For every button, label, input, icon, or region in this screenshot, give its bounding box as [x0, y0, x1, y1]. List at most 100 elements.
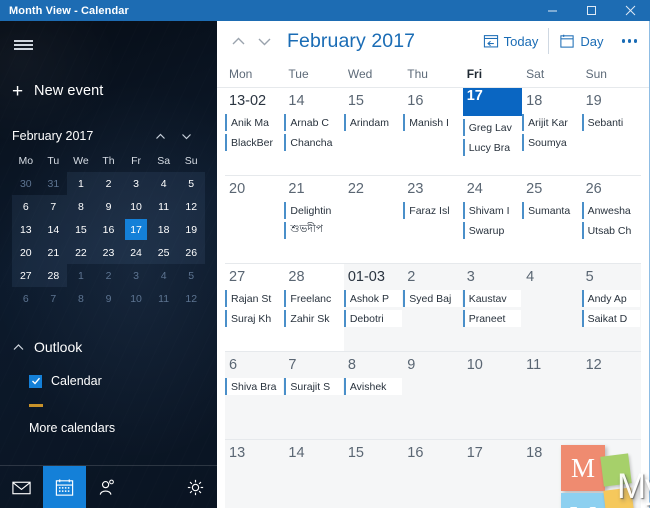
maximize-button[interactable] [572, 0, 611, 21]
day-cell[interactable]: 26 Anwesha Utsab Ch [581, 176, 641, 263]
day-cell[interactable]: 22 [344, 176, 403, 263]
prev-month-button[interactable] [225, 28, 251, 54]
event-chip[interactable]: Avishek [343, 378, 403, 395]
mini-next-month-button[interactable] [180, 130, 193, 143]
mini-calendar-day[interactable]: 27 [12, 264, 40, 287]
event-chip[interactable]: Anwesha [581, 202, 640, 219]
day-cell[interactable]: 14 Arnab C Chancha [284, 88, 343, 175]
day-cell[interactable]: 8 Avishek [343, 352, 404, 439]
account-collapse-toggle[interactable] [12, 341, 25, 354]
mini-calendar-day[interactable]: 3 [122, 264, 150, 287]
event-chip[interactable]: শুভদীপ [284, 222, 343, 239]
day-cell[interactable]: 15 [343, 440, 404, 508]
mini-calendar-day[interactable]: 26 [177, 241, 205, 264]
mini-calendar-day[interactable]: 1 [67, 172, 95, 195]
nav-settings-button[interactable] [174, 466, 217, 508]
event-chip[interactable]: Delightin [284, 202, 343, 219]
day-cell[interactable]: 16 Manish I [403, 88, 462, 175]
day-cell[interactable]: 6 Shiva Bra [225, 352, 285, 439]
event-chip[interactable]: Kaustav [462, 290, 522, 307]
more-options-button[interactable] [612, 39, 650, 43]
day-cell[interactable]: 12 [581, 352, 641, 439]
event-chip[interactable]: Andy Ap [581, 290, 640, 307]
new-event-button[interactable]: + New event [12, 78, 217, 104]
mini-calendar-day[interactable]: 9 [94, 195, 123, 218]
day-cell[interactable]: 7 Surajit S [284, 352, 344, 439]
event-chip[interactable]: Anik Ma [225, 114, 284, 131]
event-chip[interactable]: Shiva Bra [225, 378, 284, 395]
event-chip[interactable]: Arijit Kar [522, 114, 581, 131]
mini-calendar-day[interactable]: 18 [149, 218, 178, 241]
day-cell[interactable]: 19 Sebanti [581, 88, 641, 175]
mini-calendar-day[interactable]: 10 [122, 195, 150, 218]
day-cell[interactable]: 17 Greg Lav Lucy Bra [462, 88, 523, 175]
next-month-button[interactable] [251, 28, 277, 54]
day-cell[interactable]: 17 [462, 440, 523, 508]
day-cell[interactable]: 20 [225, 176, 284, 263]
mini-calendar-day[interactable]: 28 [39, 264, 68, 287]
more-calendars-link[interactable]: More calendars [29, 421, 217, 435]
mini-calendar-day[interactable]: 1 [67, 264, 95, 287]
mini-calendar-day[interactable]: 20 [12, 241, 40, 264]
mini-calendar-day[interactable]: 7 [40, 287, 68, 310]
mini-calendar-day[interactable]: 12 [177, 195, 205, 218]
mini-calendar-day[interactable]: 19 [177, 218, 205, 241]
day-cell[interactable]: 13-02 Anik Ma BlackBer [225, 88, 284, 175]
day-cell[interactable]: 25 Sumanta [522, 176, 581, 263]
mini-calendar-day[interactable]: 24 [122, 241, 150, 264]
mini-calendar-day[interactable]: 2 [95, 264, 123, 287]
event-chip[interactable]: Ashok P [343, 290, 403, 307]
event-chip[interactable]: Soumya [522, 134, 581, 151]
day-cell[interactable]: 3 Kaustav Praneet [462, 264, 523, 351]
event-chip[interactable]: Sumanta [522, 202, 581, 219]
day-cell[interactable]: 14 [284, 440, 344, 508]
event-chip[interactable]: Arnab C [284, 114, 343, 131]
day-cell[interactable]: 27 Rajan St Suraj Kh [225, 264, 284, 351]
day-cell[interactable]: 13 [225, 440, 285, 508]
day-cell[interactable]: 28 Freelanc Zahir Sk [284, 264, 343, 351]
calendar-checkbox[interactable] [29, 374, 42, 388]
mini-calendar-day[interactable]: 4 [149, 172, 178, 195]
mini-calendar-day[interactable]: 5 [177, 264, 205, 287]
event-chip[interactable]: Utsab Ch [581, 222, 640, 239]
account-header[interactable]: Outlook [12, 336, 217, 358]
day-cell[interactable]: 21 Delightin শুভদীপ [284, 176, 343, 263]
day-cell[interactable]: 9 [403, 352, 463, 439]
mini-calendar-day[interactable]: 21 [39, 241, 68, 264]
close-button[interactable] [611, 0, 650, 21]
mini-calendar-day[interactable]: 14 [39, 218, 68, 241]
nav-mail-button[interactable] [0, 466, 43, 508]
nav-people-button[interactable] [86, 466, 129, 508]
mini-calendar-day[interactable]: 8 [67, 195, 95, 218]
mini-calendar-day[interactable]: 11 [149, 195, 178, 218]
calendar-checkbox-row[interactable]: Calendar [29, 374, 217, 388]
mini-calendar-day[interactable]: 9 [95, 287, 123, 310]
day-cell[interactable]: 19 [581, 440, 641, 508]
day-cell[interactable]: 01-03 Ashok P Debotri [343, 264, 404, 351]
event-chip[interactable]: Faraz Isl [403, 202, 462, 219]
event-chip[interactable]: Syed Baj [403, 290, 462, 307]
mini-calendar-day[interactable]: 7 [39, 195, 68, 218]
event-chip[interactable]: Zahir Sk [284, 310, 343, 327]
minimize-button[interactable] [533, 0, 572, 21]
event-chip[interactable]: BlackBer [225, 134, 284, 151]
event-chip[interactable]: Sebanti [581, 114, 640, 131]
view-switch-button[interactable]: Day [551, 28, 611, 54]
event-chip[interactable]: Rajan St [225, 290, 284, 307]
event-chip[interactable]: Suraj Kh [225, 310, 284, 327]
mini-calendar-day[interactable]: 10 [122, 287, 150, 310]
day-cell[interactable]: 15 Arindam [343, 88, 403, 175]
day-cell[interactable]: 11 [522, 352, 582, 439]
mini-calendar-day[interactable]: 4 [150, 264, 178, 287]
mini-calendar-day[interactable]: 17 [122, 218, 150, 241]
mini-calendar-day[interactable]: 31 [40, 172, 68, 195]
day-cell[interactable]: 16 [403, 440, 463, 508]
mini-calendar-day[interactable]: 11 [150, 287, 178, 310]
nav-calendar-button[interactable] [43, 466, 86, 508]
mini-calendar-day[interactable]: 3 [122, 172, 150, 195]
event-chip[interactable]: Lucy Bra [462, 139, 522, 156]
mini-calendar-day[interactable]: 22 [67, 241, 95, 264]
mini-calendar-day[interactable]: 15 [67, 218, 95, 241]
day-cell[interactable]: 24 Shivam I Swarup [462, 176, 522, 263]
event-chip[interactable]: Arindam [343, 114, 403, 131]
